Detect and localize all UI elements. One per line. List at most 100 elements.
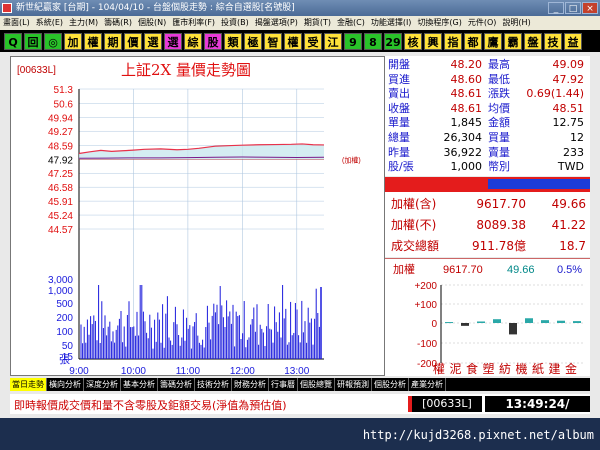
menu-item-7[interactable]: 揭盤選項(P): [252, 16, 301, 30]
tab-11[interactable]: 產業分析: [409, 378, 446, 391]
close-button[interactable]: ×: [582, 2, 598, 14]
index-row: 加權(不) 8089.38 41.22: [385, 215, 590, 235]
quote-row: 總量 26,304 買量 12: [385, 130, 590, 145]
quote-value: 36,922: [443, 145, 483, 159]
volume-tick-label: 200: [56, 313, 73, 324]
volume-tick-label: 100: [56, 327, 73, 338]
tab-1[interactable]: 橫向分析: [47, 378, 84, 391]
toolbar-button-19[interactable]: 29: [384, 33, 402, 50]
menu-item-2[interactable]: 主力(M): [66, 16, 101, 30]
sector-pct: 0.5%: [557, 264, 582, 276]
toolbar-button-25[interactable]: 霸: [504, 33, 522, 50]
toolbar-button-28[interactable]: 益: [564, 33, 582, 50]
quote-value: 1,845: [450, 116, 483, 130]
tab-8[interactable]: 個股總覽: [298, 378, 335, 391]
quote-label: 賣量: [488, 145, 510, 159]
toolbar-button-0[interactable]: Q: [4, 33, 22, 50]
tab-9[interactable]: 研報預測: [335, 378, 372, 391]
tab-0[interactable]: 當日走勢: [10, 378, 47, 391]
toolbar-button-2[interactable]: ◎: [44, 33, 62, 50]
toolbar-button-18[interactable]: 8: [364, 33, 382, 50]
tab-5[interactable]: 技術分析: [195, 378, 232, 391]
volume-tick-label: 1,000: [48, 286, 73, 297]
menu-item-3[interactable]: 籌碼(R): [101, 16, 135, 30]
toolbar-button-8[interactable]: 選: [164, 33, 182, 50]
quote-value: 48.60: [450, 72, 483, 86]
toolbar-button-13[interactable]: 智: [264, 33, 282, 50]
toolbar-button-9[interactable]: 綜: [184, 33, 202, 50]
sector-bar: [541, 320, 549, 323]
toolbar-button-24[interactable]: 鷹: [484, 33, 502, 50]
tab-6[interactable]: 財務分析: [232, 378, 269, 391]
toolbar-button-26[interactable]: 盤: [524, 33, 542, 50]
menu-item-0[interactable]: 畫面(L): [0, 16, 33, 30]
tab-2[interactable]: 深度分析: [84, 378, 121, 391]
menu-item-6[interactable]: 投資(B): [218, 16, 252, 30]
tab-10[interactable]: 個股分析: [372, 378, 409, 391]
quote-label: 金額: [488, 116, 510, 130]
quote-value: 48.61: [450, 101, 483, 115]
menu-item-5[interactable]: 匯市利率(F): [169, 16, 218, 30]
quote-value: 48.51: [552, 101, 585, 115]
index-panel: 加權(含) 9617.70 49.66 加權(不) 8089.38 41.22 成交總額 91…: [385, 192, 590, 257]
tab-4[interactable]: 籌碼分析: [158, 378, 195, 391]
menu-item-1[interactable]: 系統(E): [33, 16, 66, 30]
volume-tick-label: 3,000: [48, 275, 73, 286]
toolbar-button-27[interactable]: 技: [544, 33, 562, 50]
toolbar-button-10[interactable]: 股: [204, 33, 222, 50]
toolbar-button-22[interactable]: 指: [444, 33, 462, 50]
menu-item-12[interactable]: 元件(O): [465, 16, 500, 30]
sector-name: 塑: [483, 361, 495, 376]
price-volume-chart-panel: [00633L] 上証2X 量價走勢圖 51.3 50.6 49.94 49.27 48.5…: [10, 56, 385, 376]
price-tick-label: 45.91: [48, 197, 73, 208]
menu-item-8[interactable]: 期貨(T): [301, 16, 334, 30]
index-row: 成交總額 911.78億 18.7: [385, 236, 590, 256]
toolbar-button-3[interactable]: 加: [64, 33, 82, 50]
menu-item-11[interactable]: 切換程序(G): [414, 16, 464, 30]
toolbar-button-12[interactable]: 極: [244, 33, 262, 50]
toolbar-button-15[interactable]: 受: [304, 33, 322, 50]
minimize-button[interactable]: _: [548, 2, 564, 14]
toolbar-button-21[interactable]: 興: [424, 33, 442, 50]
tab-7[interactable]: 行事曆: [269, 378, 298, 391]
price-tick-label: 44.57: [48, 225, 73, 236]
toolbar-button-16[interactable]: 江: [324, 33, 342, 50]
sector-tick-label: +100: [414, 300, 437, 311]
menu-item-13[interactable]: 說明(H): [499, 16, 533, 30]
toolbar-button-23[interactable]: 都: [464, 33, 482, 50]
maximize-button[interactable]: □: [565, 2, 581, 14]
menu-item-10[interactable]: 功能選擇(I): [368, 16, 415, 30]
quote-row: 單量 1,845 金額 12.75: [385, 115, 590, 130]
toolbar-button-1[interactable]: 回: [24, 33, 42, 50]
quote-label: 最低: [488, 72, 510, 86]
toolbar-button-17[interactable]: 9: [344, 33, 362, 50]
sector-bar: [573, 321, 581, 323]
sector-name: 金: [565, 361, 577, 376]
toolbar-button-5[interactable]: 期: [104, 33, 122, 50]
sector-value: 9617.70: [443, 264, 483, 276]
price-tick-label: 47.92: [48, 155, 73, 166]
status-bar: 即時報價成交價和量不含零股及鉅額交易(淨值為預估值) [00633L] 13:4…: [10, 394, 590, 414]
app-icon: [2, 3, 12, 13]
toolbar-button-4[interactable]: 權: [84, 33, 102, 50]
toolbar-button-20[interactable]: 核: [404, 33, 422, 50]
x-tick-label: 11:00: [176, 366, 201, 375]
quote-label: 買進: [388, 72, 410, 86]
index-label: 加權(不): [391, 218, 437, 232]
sector-name: 食: [466, 361, 478, 376]
toolbar-button-6[interactable]: 價: [124, 33, 142, 50]
price-tick-label: 50.6: [54, 100, 74, 111]
quote-value: 1,000: [450, 160, 483, 174]
quote-value: TWD: [557, 160, 584, 174]
menu-item-9[interactable]: 金融(C): [334, 16, 368, 30]
quote-label: 收盤: [388, 101, 410, 115]
toolbar-button-14[interactable]: 權: [284, 33, 302, 50]
x-tick-label: 9:00: [69, 366, 89, 375]
menu-item-4[interactable]: 個股(N): [135, 16, 169, 30]
quote-label: 股/張: [388, 160, 414, 174]
sector-tick-label: 0: [431, 319, 437, 330]
toolbar-button-7[interactable]: 選: [144, 33, 162, 50]
sector-tick-label: -100: [417, 339, 437, 350]
toolbar-button-11[interactable]: 類: [224, 33, 242, 50]
tab-3[interactable]: 基本分析: [121, 378, 158, 391]
